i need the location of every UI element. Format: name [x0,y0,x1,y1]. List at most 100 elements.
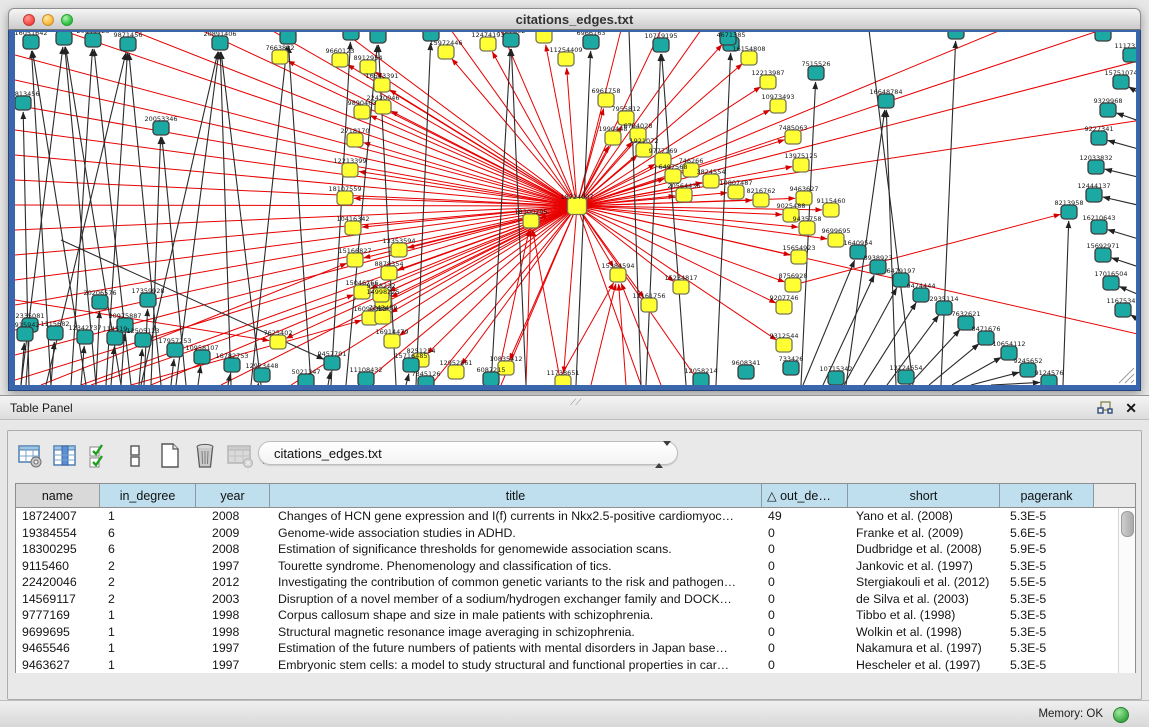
graph-node[interactable] [741,51,757,65]
graph-node[interactable] [254,368,270,382]
graph-node[interactable] [1115,303,1131,317]
table-selector-dropdown[interactable]: citations_edges.txt [258,441,678,465]
graph-node[interactable] [898,370,914,384]
network-canvas[interactable]: 1872400776638229660123891295416543391224… [15,32,1136,385]
graph-node[interactable] [823,203,839,217]
graph-node[interactable] [728,185,744,199]
graph-node[interactable] [354,105,370,119]
graph-node[interactable] [828,371,844,385]
graph-node[interactable] [1061,205,1077,219]
graph-node[interactable] [1086,188,1102,202]
graph-node[interactable] [793,158,809,172]
graph-node[interactable] [828,233,844,247]
graph-node[interactable] [1088,160,1104,174]
graph-node[interactable] [783,361,799,375]
graph-node[interactable] [224,358,240,372]
graph-node[interactable] [56,32,72,45]
graph-node[interactable] [140,293,156,307]
graph-node[interactable] [23,35,39,49]
column-header-title[interactable]: title [270,484,762,507]
table-row[interactable]: 1872400712008Changes of HCN gene express… [16,508,1135,525]
close-icon[interactable]: ✕ [1125,399,1137,417]
graph-node[interactable] [738,365,754,379]
graph-node[interactable] [480,37,496,51]
graph-node[interactable] [337,191,353,205]
graph-node[interactable] [17,327,33,341]
graph-node[interactable] [523,214,539,228]
column-header-year[interactable]: year [196,484,270,507]
graph-node[interactable] [343,32,359,40]
network-window-titlebar[interactable]: citations_edges.txt [8,8,1141,30]
scrollbar-thumb[interactable] [1121,511,1134,537]
show-column-icon[interactable] [51,442,79,470]
graph-node[interactable] [665,169,681,183]
column-header-out_de[interactable]: △ out_de… [762,484,848,507]
graph-node[interactable] [808,66,824,80]
graph-node[interactable] [610,268,626,282]
table-row[interactable]: 1830029562008Estimation of significance … [16,541,1135,558]
graph-node[interactable] [167,343,183,357]
graph-node[interactable] [270,335,286,349]
graph-node[interactable] [212,36,228,50]
graph-node[interactable] [703,174,719,188]
graph-node[interactable] [676,188,692,202]
graph-node[interactable] [558,52,574,66]
graph-node[interactable] [85,33,101,47]
table-row[interactable]: 977716911998Corpus callosum shape and si… [16,607,1135,624]
citation-graph[interactable]: 1872400776638229660123891295416543391224… [15,32,1136,385]
row-height-icon[interactable] [121,442,149,470]
delete-table-icon[interactable] [226,442,254,470]
graph-node[interactable] [324,356,340,370]
graph-node[interactable] [280,32,296,44]
graph-node[interactable] [374,78,390,92]
splitter-grip-icon[interactable]: ⟋⟋ [570,397,581,408]
graph-node[interactable] [332,53,348,67]
graph-node[interactable] [438,45,454,59]
graph-node[interactable] [107,331,123,345]
new-column-icon[interactable] [156,442,184,470]
graph-node[interactable] [384,334,400,348]
graph-node[interactable] [785,130,801,144]
table-mode-icon[interactable] [16,442,44,470]
graph-node[interactable] [753,193,769,207]
table-row[interactable]: 911546021997Tourette syndrome. Phenomeno… [16,558,1135,575]
graph-node[interactable] [878,94,894,108]
graph-node[interactable] [503,33,519,47]
table-row[interactable]: 946554611997Estimation of the future num… [16,640,1135,657]
graph-node[interactable] [870,260,886,274]
table-row[interactable]: 946362711997Embryonic stem cells: a mode… [16,657,1135,674]
graph-node[interactable] [776,338,792,352]
column-header-name[interactable]: name [16,484,100,507]
table-row[interactable]: 1456911722003Disruption of a novel membe… [16,591,1135,608]
graph-node[interactable] [375,100,391,114]
graph-node[interactable] [791,250,807,264]
graph-node[interactable] [448,365,464,379]
column-header-short[interactable]: short [848,484,1000,507]
graph-node[interactable] [770,99,786,113]
graph-node[interactable] [1095,32,1111,41]
graph-node[interactable] [391,243,407,257]
graph-node[interactable] [760,75,776,89]
graph-node[interactable] [120,37,136,51]
graph-node[interactable] [153,121,169,135]
graph-node[interactable] [605,131,621,145]
graph-node[interactable] [1100,103,1116,117]
select-rows-icon[interactable] [86,442,114,470]
graph-node[interactable] [92,295,108,309]
graph-node[interactable] [1095,248,1111,262]
table-row[interactable]: 2242004622012Investigating the contribut… [16,574,1135,591]
vertical-scrollbar[interactable] [1118,508,1135,673]
table-row[interactable]: 969969511998Structural magnetic resonanc… [16,624,1135,641]
column-header-pagerank[interactable]: pagerank [1000,484,1094,507]
graph-node[interactable] [799,221,815,235]
graph-node[interactable] [785,278,801,292]
graph-node[interactable] [641,298,657,312]
graph-node[interactable] [913,288,929,302]
graph-node[interactable] [1091,131,1107,145]
graph-node[interactable] [1091,220,1107,234]
graph-node[interactable] [653,38,669,52]
graph-node[interactable] [936,301,952,315]
graph-node[interactable] [15,96,31,110]
graph-node[interactable] [673,280,689,294]
graph-node[interactable] [370,32,386,43]
